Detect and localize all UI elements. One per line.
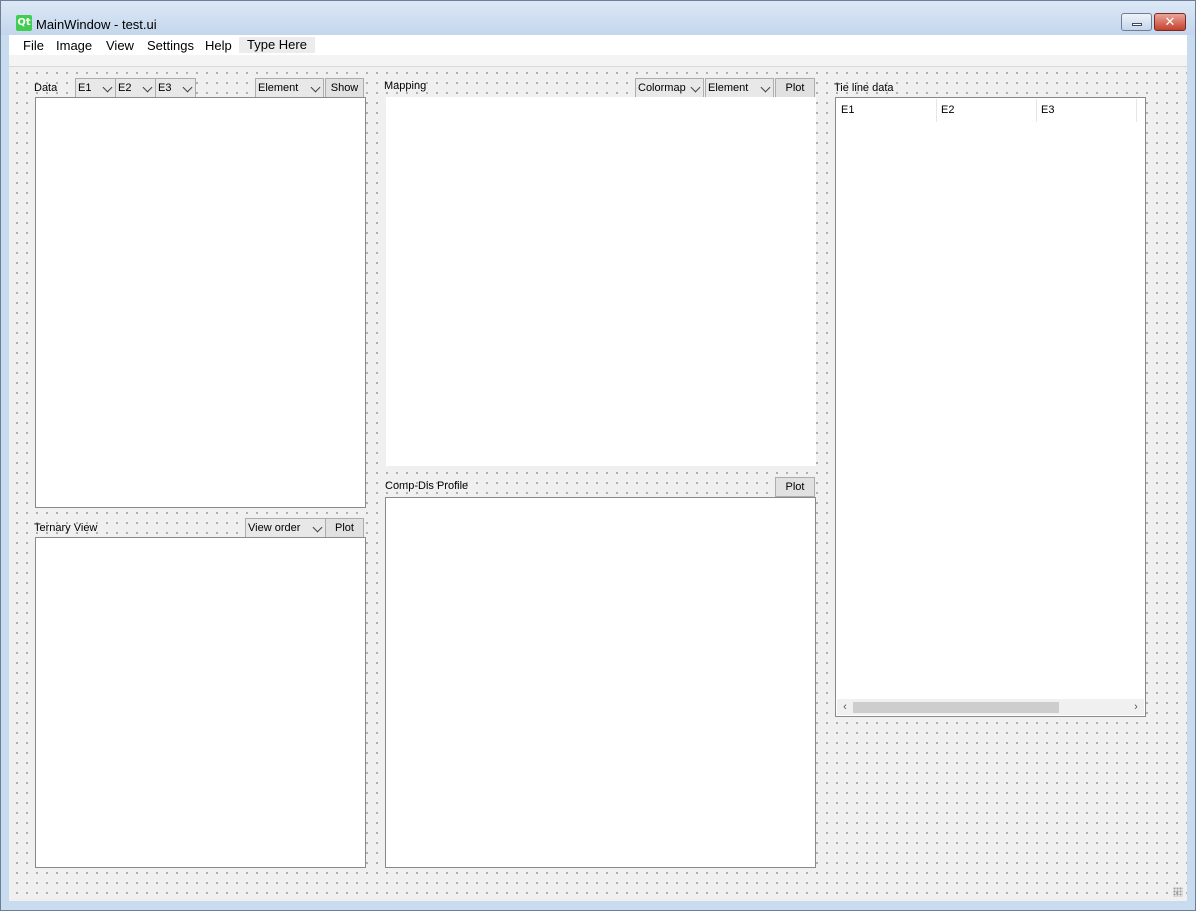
- mapping-view[interactable]: [386, 97, 816, 466]
- colormap-combo-value: Colormap: [638, 82, 686, 94]
- title-bar[interactable]: Qt MainWindow - test.ui ✕: [1, 1, 1195, 35]
- horizontal-scrollbar[interactable]: ‹ ›: [837, 699, 1144, 715]
- data-view[interactable]: [35, 97, 366, 508]
- chevron-down-icon: [182, 82, 193, 93]
- comp-dis-profile-label: Comp-Dis Profile: [385, 480, 469, 492]
- view-order-combo-value: View order: [248, 522, 301, 534]
- menu-settings[interactable]: Settings: [147, 38, 194, 53]
- menu-image[interactable]: Image: [56, 38, 92, 53]
- e1-combo-value: E1: [78, 82, 92, 94]
- show-button[interactable]: Show: [325, 78, 364, 98]
- e3-combo[interactable]: E3: [155, 78, 196, 98]
- resize-grip-icon[interactable]: [1173, 887, 1183, 897]
- e2-combo[interactable]: E2: [115, 78, 156, 98]
- menu-view[interactable]: View: [106, 38, 134, 53]
- data-element-combo[interactable]: Element: [255, 78, 324, 98]
- chevron-down-icon: [760, 82, 771, 93]
- minimize-icon: [1132, 23, 1142, 26]
- chevron-down-icon: [312, 522, 323, 533]
- chevron-down-icon: [142, 82, 153, 93]
- tie-line-table[interactable]: E1 E2 E3 ‹ ›: [835, 97, 1146, 717]
- menu-type-here[interactable]: Type Here: [239, 37, 315, 53]
- colormap-combo[interactable]: Colormap: [635, 78, 704, 98]
- table-header: E1 E2 E3: [837, 99, 1137, 122]
- mapping-element-combo[interactable]: Element: [705, 78, 774, 98]
- comp-dis-plot-button[interactable]: Plot: [775, 477, 815, 497]
- ternary-view-label: Ternary View: [34, 522, 98, 534]
- data-label: Data: [34, 82, 58, 94]
- mapping-plot-button[interactable]: Plot: [775, 78, 815, 98]
- scrollbar-thumb[interactable]: [853, 702, 1059, 713]
- minimize-button[interactable]: [1121, 13, 1152, 31]
- column-header-e3[interactable]: E3: [1037, 99, 1137, 122]
- comp-dis-profile-view[interactable]: [385, 497, 816, 868]
- ternary-view[interactable]: [35, 537, 366, 868]
- scroll-left-icon[interactable]: ‹: [837, 699, 853, 715]
- e2-combo-value: E2: [118, 82, 132, 94]
- ternary-plot-button[interactable]: Plot: [325, 518, 364, 538]
- chevron-down-icon: [102, 82, 113, 93]
- central-widget: File Image View Settings Help Type Here …: [9, 35, 1187, 901]
- data-element-combo-value: Element: [258, 82, 299, 94]
- tie-line-data-label: Tie line data: [834, 82, 894, 94]
- menu-file[interactable]: File: [23, 38, 44, 53]
- e3-combo-value: E3: [158, 82, 172, 94]
- chevron-down-icon: [690, 82, 701, 93]
- menu-bar: File Image View Settings Help Type Here: [9, 35, 1187, 55]
- window-title: MainWindow - test.ui: [36, 17, 157, 32]
- mapping-label: Mapping: [384, 80, 427, 92]
- menu-help[interactable]: Help: [205, 38, 232, 53]
- qt-logo-icon: Qt: [16, 15, 32, 31]
- mapping-element-combo-value: Element: [708, 82, 749, 94]
- main-window: Qt MainWindow - test.ui ✕ File Image Vie…: [0, 0, 1196, 911]
- scroll-right-icon[interactable]: ›: [1128, 699, 1144, 715]
- toolbar-area: [9, 55, 1187, 67]
- view-order-combo[interactable]: View order: [245, 518, 326, 538]
- column-header-e2[interactable]: E2: [937, 99, 1037, 122]
- chevron-down-icon: [310, 82, 321, 93]
- column-header-e1[interactable]: E1: [837, 99, 937, 122]
- close-icon: ✕: [1164, 14, 1176, 29]
- e1-combo[interactable]: E1: [75, 78, 116, 98]
- close-button[interactable]: ✕: [1154, 13, 1186, 31]
